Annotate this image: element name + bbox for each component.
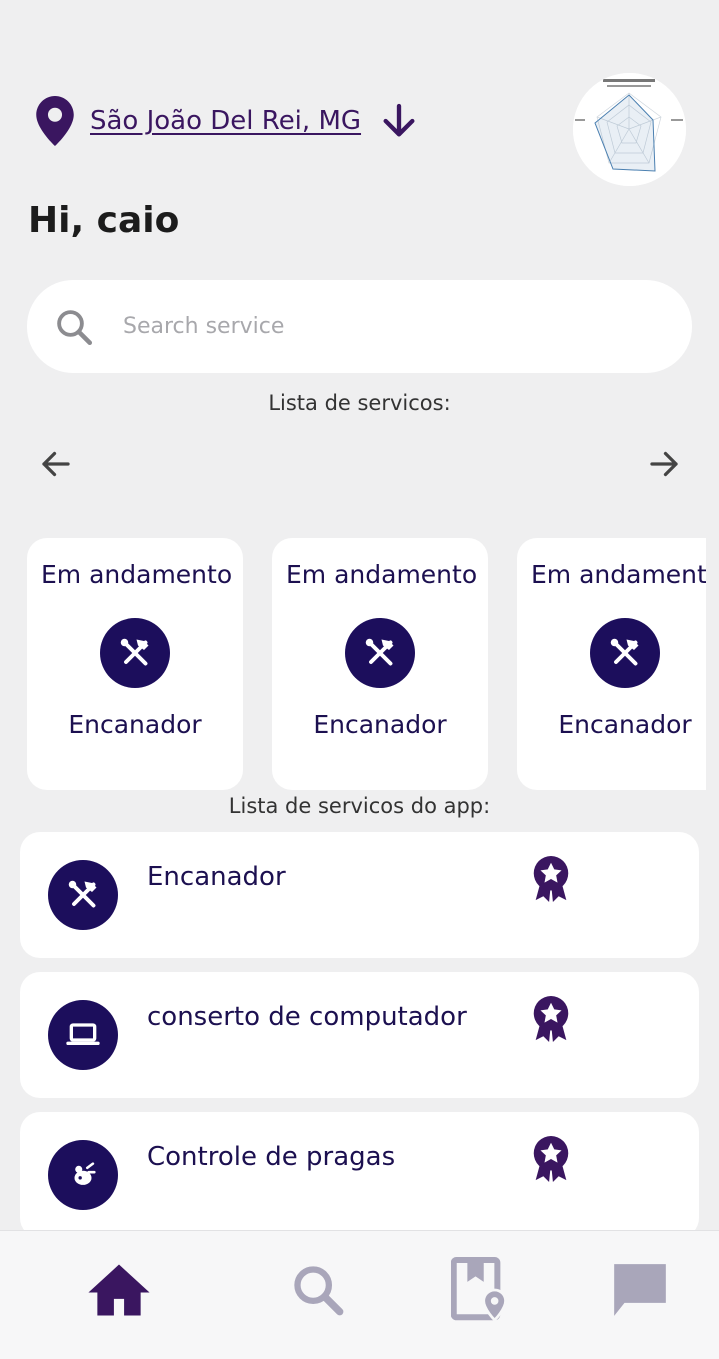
- award-badge-icon[interactable]: [528, 994, 574, 1044]
- list-item[interactable]: conserto de computador: [20, 972, 699, 1098]
- chat-icon: [614, 1264, 666, 1316]
- card-service-name: Encanador: [68, 710, 202, 739]
- card-status: Em andamento: [41, 560, 233, 589]
- nav-map-book[interactable]: [448, 1255, 514, 1325]
- location-selector[interactable]: São João Del Rei, MG: [36, 96, 419, 146]
- pest-icon: [48, 1140, 118, 1210]
- nav-chat[interactable]: [607, 1255, 673, 1325]
- service-card[interactable]: Em andamento Encanador: [27, 538, 243, 790]
- card-service-name: Encanador: [558, 710, 692, 739]
- service-card[interactable]: Em andamento Encanador: [517, 538, 706, 790]
- tools-icon: [590, 618, 660, 688]
- greeting: Hi, caio: [28, 200, 180, 241]
- location-text[interactable]: São João Del Rei, MG: [90, 106, 361, 136]
- nav-search[interactable]: [285, 1255, 351, 1325]
- avatar-radar-chart-image: [573, 73, 686, 186]
- tools-icon: [100, 618, 170, 688]
- tools-icon: [48, 860, 118, 930]
- arrow-left-icon[interactable]: [38, 446, 74, 482]
- card-status: Em andamento: [286, 560, 478, 589]
- search-icon: [57, 309, 93, 345]
- tools-icon: [345, 618, 415, 688]
- search-bar[interactable]: [27, 280, 692, 373]
- arrow-right-icon[interactable]: [646, 446, 682, 482]
- home-icon: [88, 1264, 150, 1316]
- card-service-name: Encanador: [313, 710, 447, 739]
- avatar[interactable]: [573, 73, 686, 186]
- list-item[interactable]: Encanador: [20, 832, 699, 958]
- map-book-icon: [451, 1257, 507, 1322]
- service-name: Encanador: [147, 862, 286, 892]
- service-name: conserto de computador: [147, 1002, 467, 1032]
- search-icon: [294, 1266, 344, 1316]
- laptop-icon: [48, 1000, 118, 1070]
- bottom-navigation: [0, 1230, 719, 1359]
- award-badge-icon[interactable]: [528, 1134, 574, 1184]
- search-input[interactable]: [123, 314, 623, 339]
- location-pin-icon: [36, 96, 74, 146]
- ongoing-services-carousel[interactable]: Em andamento Encanador Em andamento Enca…: [27, 538, 706, 790]
- service-name: Controle de pragas: [147, 1142, 396, 1172]
- app-services-list-label: Lista de servicos do app:: [228, 794, 491, 818]
- arrow-down-icon[interactable]: [379, 101, 419, 141]
- card-status: Em andamento: [531, 560, 706, 589]
- award-badge-icon[interactable]: [528, 854, 574, 904]
- nav-home[interactable]: [86, 1255, 152, 1325]
- list-item[interactable]: Controle de pragas: [20, 1112, 699, 1238]
- service-card[interactable]: Em andamento Encanador: [272, 538, 488, 790]
- services-list-label: Lista de servicos:: [268, 391, 451, 415]
